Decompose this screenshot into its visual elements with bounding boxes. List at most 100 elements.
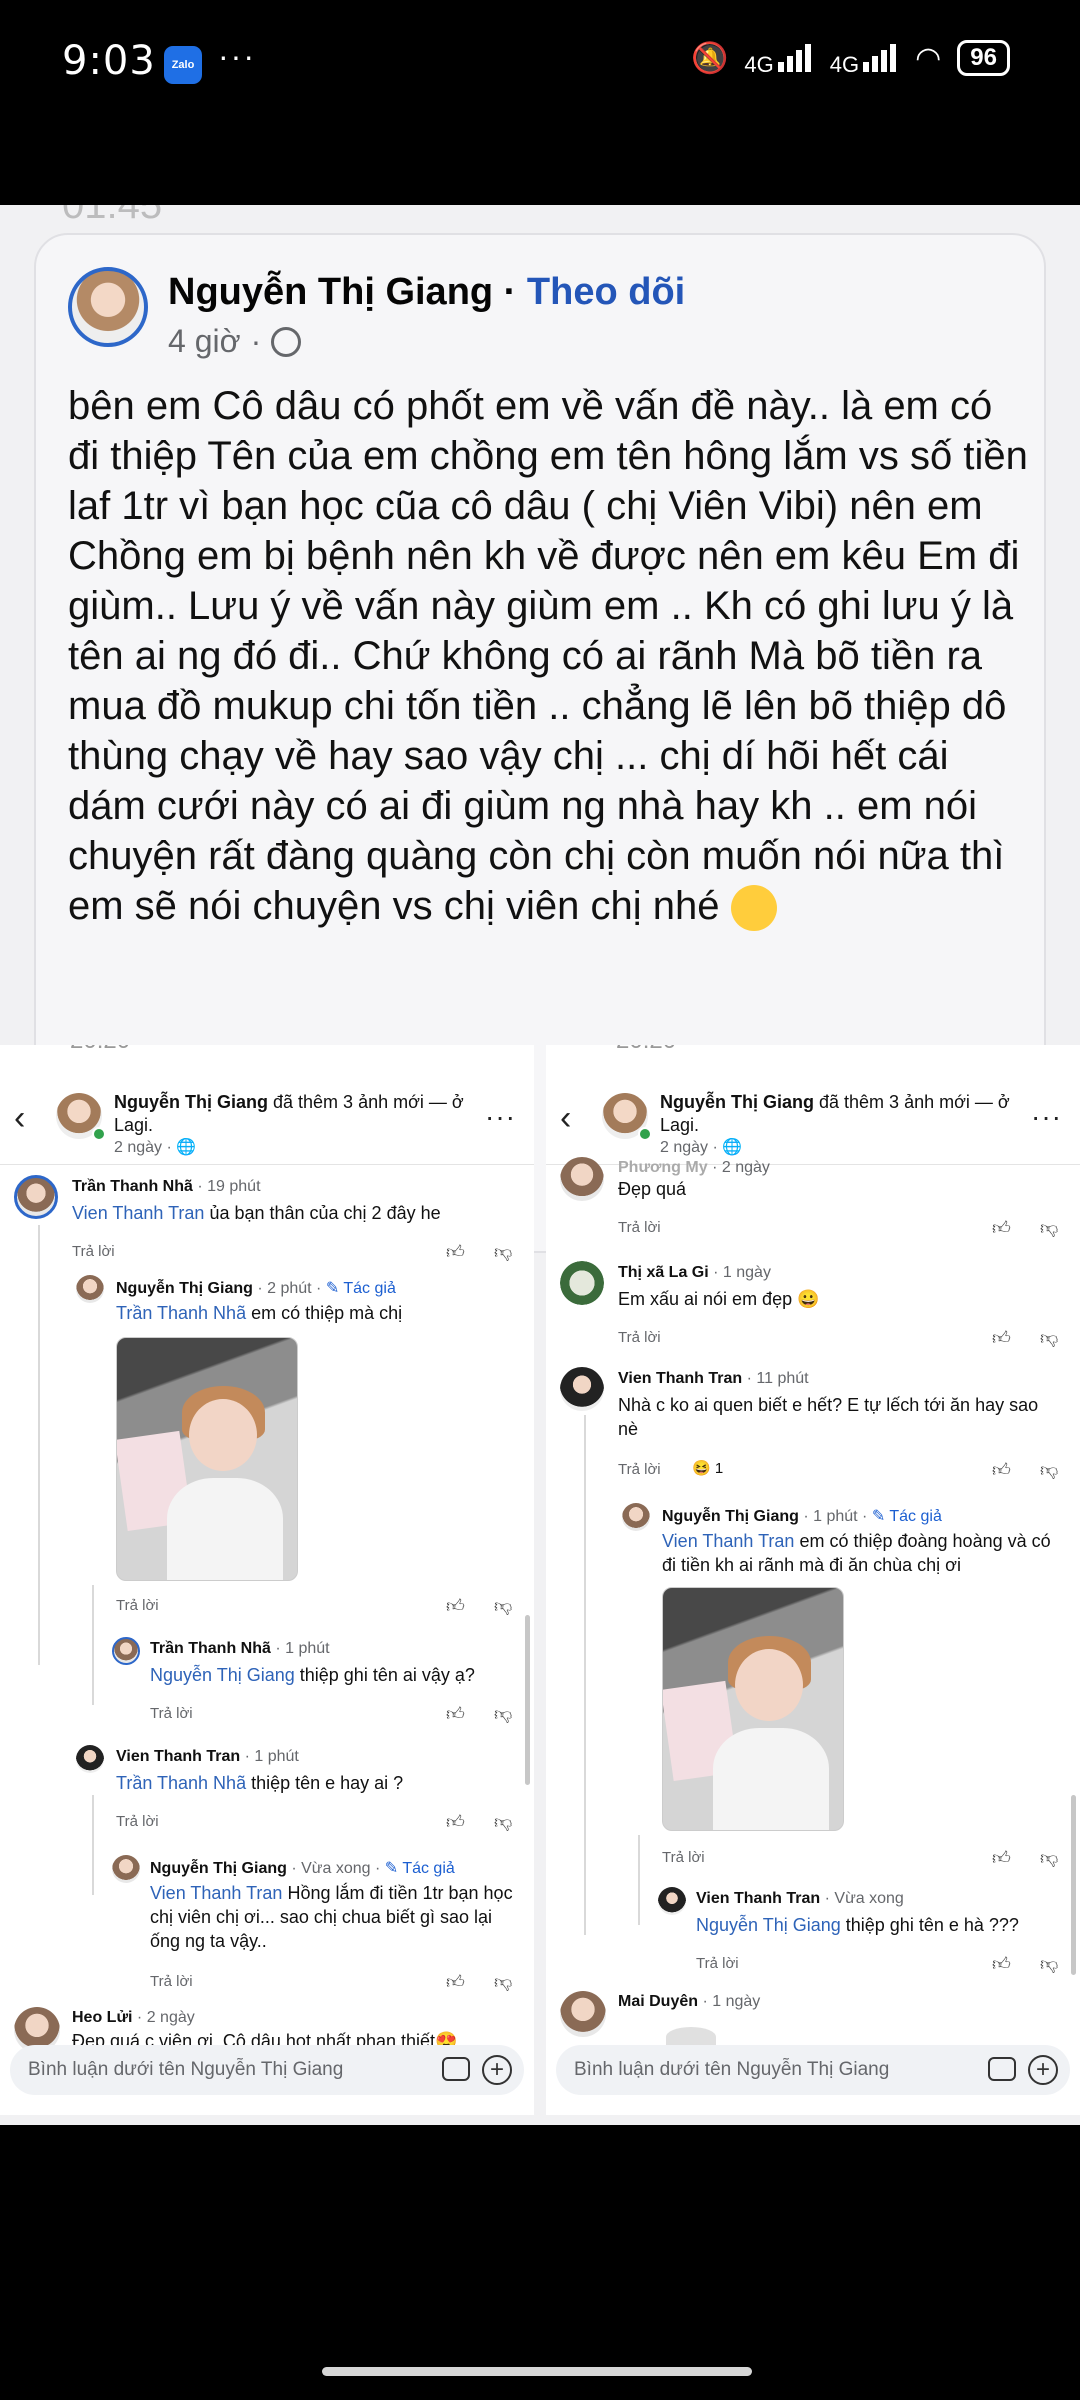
- comment-text: Trần Thanh Nhã em có thiệp mà chị: [116, 1303, 403, 1323]
- reply-button[interactable]: Trả lời: [618, 1219, 661, 1236]
- reply-button[interactable]: Trả lời: [618, 1329, 661, 1346]
- back-icon[interactable]: ‹: [14, 1099, 25, 1138]
- avatar[interactable]: [560, 1367, 604, 1411]
- plus-icon[interactable]: +: [482, 2055, 512, 2085]
- reply-button[interactable]: Trả lời: [150, 1973, 193, 1990]
- signal-icon: 4G: [744, 38, 813, 78]
- comment-photo[interactable]: [116, 1337, 298, 1581]
- panel-title: Nguyễn Thị Giang đã thêm 3 ảnh mới — ở L…: [114, 1092, 464, 1135]
- dislike-icon[interactable]: 👎︎: [1040, 1953, 1060, 1974]
- reply-button[interactable]: Trả lời: [72, 1243, 115, 1260]
- like-icon[interactable]: 👍︎: [992, 1459, 1012, 1480]
- like-icon[interactable]: 👍︎: [446, 1971, 466, 1992]
- comment-text: Em xấu ai nói em đẹp 😀: [618, 1289, 820, 1309]
- home-indicator[interactable]: [322, 2367, 752, 2376]
- avatar[interactable]: [112, 1855, 140, 1883]
- avatar[interactable]: [76, 1275, 104, 1303]
- more-icon[interactable]: ···: [485, 1101, 516, 1133]
- comment-text: Trần Thanh Nhã thiệp tên e hay ai ?: [116, 1773, 404, 1793]
- panel-header: 20:20 ‹ Nguyễn Thị Giang đã thêm 3 ảnh m…: [546, 1045, 1080, 1165]
- panel-meta: 2 ngày · 🌐: [660, 1139, 743, 1156]
- avatar[interactable]: [560, 1991, 606, 2037]
- dislike-icon[interactable]: 👎︎: [494, 1595, 514, 1616]
- comment-header: Vien Thanh Tran · Vừa xong: [696, 1890, 904, 1907]
- like-icon[interactable]: 👍︎: [446, 1703, 466, 1724]
- comment-header: Heo Lửi · 2 ngày: [72, 2009, 195, 2026]
- dislike-icon[interactable]: 👎︎: [494, 1971, 514, 1992]
- smiling-face-emoji: [730, 885, 777, 932]
- signal-icon-2: 4G: [830, 38, 899, 78]
- thread-line: [638, 1835, 640, 1925]
- avatar[interactable]: [112, 1637, 140, 1665]
- bottom-area: [0, 2125, 1080, 2400]
- online-dot: [92, 1127, 106, 1141]
- like-icon[interactable]: 👍︎: [446, 1595, 466, 1616]
- status-bar: 9:03 Zalo ··· 🔕 4G 4G ◠ 96: [0, 0, 1080, 130]
- reaction-count[interactable]: 😆 1: [692, 1459, 723, 1477]
- comment-header: Thị xã La Gi · 1 ngày: [618, 1264, 771, 1281]
- comment-text: Vien Thanh Tran em có thiệp đoàng hoàng …: [662, 1531, 1051, 1575]
- reply-button[interactable]: Trả lời: [662, 1849, 705, 1866]
- dislike-icon[interactable]: 👎︎: [494, 1811, 514, 1832]
- plus-icon[interactable]: +: [1028, 2055, 1058, 2085]
- thread-line: [92, 1585, 94, 1705]
- scrollbar[interactable]: [525, 1615, 530, 1785]
- sticker-preview: [666, 2027, 716, 2047]
- reply-button[interactable]: Trả lời: [150, 1705, 193, 1722]
- follow-button[interactable]: Theo dõi: [527, 271, 685, 313]
- avatar[interactable]: [560, 1157, 604, 1201]
- avatar[interactable]: [658, 1887, 686, 1915]
- zalo-icon: Zalo: [164, 46, 202, 84]
- comment-input[interactable]: Bình luận dưới tên Nguyễn Thị Giang +: [556, 2045, 1070, 2095]
- reply-button[interactable]: Trả lời: [116, 1597, 159, 1614]
- post-meta: 4 giờ ·: [168, 323, 302, 360]
- panel-header: 20:20 ‹ Nguyễn Thị Giang đã thêm 3 ảnh m…: [0, 1045, 534, 1165]
- post-header: Nguyễn Thị Giang · Theo dõi: [168, 271, 686, 313]
- like-icon[interactable]: 👍︎: [446, 1241, 466, 1262]
- like-icon[interactable]: 👍︎: [992, 1217, 1012, 1238]
- avatar[interactable]: [560, 1261, 604, 1305]
- scrollbar[interactable]: [1071, 1795, 1076, 1975]
- author-name[interactable]: Nguyễn Thị Giang: [168, 271, 493, 313]
- post-time: 4 giờ: [168, 323, 241, 359]
- dislike-icon[interactable]: 👎︎: [494, 1703, 514, 1724]
- online-dot: [638, 1127, 652, 1141]
- comments-screenshot-right: 20:20 ‹ Nguyễn Thị Giang đã thêm 3 ảnh m…: [546, 1045, 1080, 2115]
- post-body: bên em Cô dâu có phốt em về vấn đề này..…: [68, 381, 1028, 932]
- dislike-icon[interactable]: 👎︎: [1040, 1847, 1060, 1868]
- camera-icon[interactable]: [442, 2057, 470, 2081]
- like-icon[interactable]: 👍︎: [992, 1847, 1012, 1868]
- reply-button[interactable]: Trả lời: [696, 1955, 739, 1972]
- comment-header: Phương My · 2 ngày: [618, 1159, 770, 1176]
- dislike-icon[interactable]: 👎︎: [1040, 1327, 1060, 1348]
- comment-text: Nguyễn Thị Giang thiệp ghi tên e hà ???: [696, 1915, 1019, 1935]
- battery-icon: 96: [957, 40, 1010, 76]
- reply-button[interactable]: Trả lời: [618, 1461, 661, 1478]
- back-icon[interactable]: ‹: [560, 1099, 571, 1138]
- comment-header: Trần Thanh Nhã · 1 phút: [150, 1640, 330, 1657]
- comment-header: Mai Duyên · 1 ngày: [618, 1993, 761, 2010]
- avatar[interactable]: [622, 1503, 650, 1531]
- reply-button[interactable]: Trả lời: [116, 1813, 159, 1830]
- thread-line: [92, 1795, 94, 1895]
- like-icon[interactable]: 👍︎: [992, 1953, 1012, 1974]
- comment-photo[interactable]: [662, 1587, 844, 1831]
- comment-input[interactable]: Bình luận dưới tên Nguyễn Thị Giang +: [10, 2045, 524, 2095]
- dislike-icon[interactable]: 👎︎: [1040, 1459, 1060, 1480]
- comment-text: Nhà c ko ai quen biết e hết? E tự lếch t…: [618, 1395, 1039, 1439]
- panel-meta: 2 ngày · 🌐: [114, 1139, 197, 1156]
- comment-header: Trần Thanh Nhã · 19 phút: [72, 1178, 261, 1195]
- comment-text: Vien Thanh Tran ủa bạn thân của chị 2 đâ…: [72, 1203, 441, 1223]
- like-icon[interactable]: 👍︎: [446, 1811, 466, 1832]
- like-icon[interactable]: 👍︎: [992, 1327, 1012, 1348]
- screenshot-collage: 01:45 Nguyễn Thị Giang · Theo dõi 4 giờ …: [0, 205, 1080, 2125]
- dislike-icon[interactable]: 👎︎: [494, 1241, 514, 1262]
- avatar[interactable]: [14, 1175, 58, 1219]
- thread-line: [38, 1225, 40, 1665]
- author-avatar[interactable]: [68, 267, 148, 347]
- camera-icon[interactable]: [988, 2057, 1016, 2081]
- dislike-icon[interactable]: 👎︎: [1040, 1217, 1060, 1238]
- avatar[interactable]: [76, 1745, 104, 1773]
- comment-header: Nguyễn Thị Giang · Vừa xong · ✎ Tác giả: [150, 1860, 455, 1877]
- more-icon[interactable]: ···: [1031, 1101, 1062, 1133]
